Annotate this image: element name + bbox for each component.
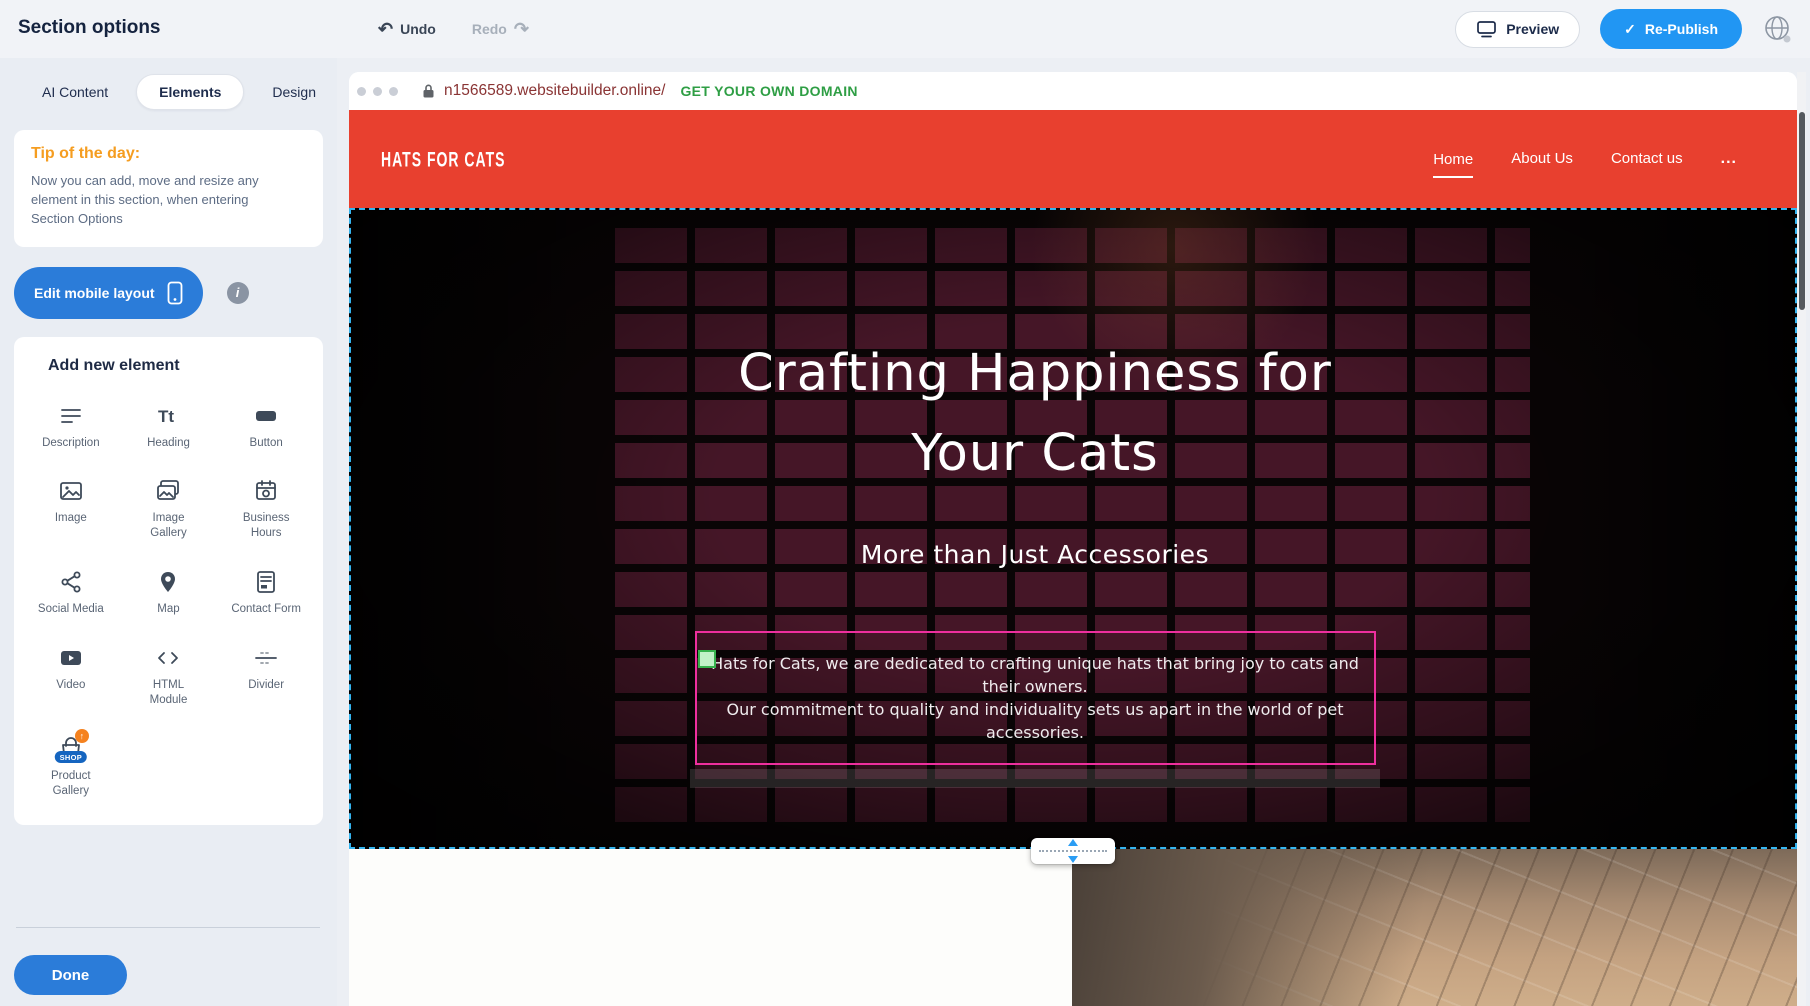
image-gallery-icon [155,478,181,504]
element-item-description[interactable]: Description [22,403,120,451]
element-item-video[interactable]: Video [22,645,120,708]
hero-subheading[interactable]: More than Just Accessories [861,540,1209,569]
next-section[interactable] [349,849,1797,1006]
check-icon: ✓ [1624,21,1636,38]
site-canvas: HATS FOR CATS Home About Us Contact us .… [349,110,1797,1006]
site-logo[interactable]: HATS FOR CATS [381,147,505,171]
hero-section[interactable]: Crafting Happiness for Your Cats More th… [349,208,1797,849]
tip-body: Now you can add, move and resize any ele… [31,172,291,229]
sidebar-tabs: AI Content Elements Design [0,58,337,110]
hero-content: Crafting Happiness for Your Cats More th… [349,208,1721,788]
topbar: Section options ↶ Undo Redo ↷ Preview ✓ [0,0,1810,58]
scrollbar-thumb[interactable] [1799,112,1805,310]
nav-item-about[interactable]: About Us [1511,150,1573,169]
dotted-line [1039,850,1107,852]
preview-button[interactable]: Preview [1455,11,1580,48]
nav-more-button[interactable]: ... [1721,150,1737,168]
tab-elements[interactable]: Elements [136,74,244,110]
add-new-element-title: Add new element [48,357,315,375]
hero-heading[interactable]: Crafting Happiness for Your Cats [738,334,1332,494]
redo-icon: ↷ [514,20,529,38]
info-icon[interactable]: i [227,282,249,304]
element-item-product-gallery[interactable]: ↑ SHOP Product Gallery [22,736,120,799]
svg-text:Tt: Tt [158,407,174,426]
description-icon [58,403,84,429]
upgrade-badge-icon: ↑ [75,729,89,743]
history-controls: ↶ Undo Redo ↷ [378,0,529,58]
phone-icon [167,281,183,305]
text-element-selected[interactable]: Hats for Cats, we are dedicated to craft… [695,631,1376,765]
globe-icon [1762,13,1794,45]
text-element-drag-handle[interactable] [698,650,716,668]
window-dots [357,87,398,96]
sidebar: AI Content Elements Design Tip of the da… [0,58,337,1006]
html-module-icon [155,645,181,671]
element-item-button[interactable]: Button [217,403,315,451]
nav-item-home[interactable]: Home [1433,151,1473,178]
element-item-image[interactable]: Image [22,478,120,541]
lock-icon [422,83,435,99]
tab-ai-content[interactable]: AI Content [38,75,112,109]
element-item-image-gallery[interactable]: Image Gallery [120,478,218,541]
element-item-html-module[interactable]: HTML Module [120,645,218,708]
map-pin-icon [155,569,181,595]
undo-button[interactable]: ↶ Undo [378,20,436,38]
nav-item-contact[interactable]: Contact us [1611,150,1683,169]
button-icon [253,403,279,429]
republish-button[interactable]: ✓ Re-Publish [1600,9,1742,49]
social-media-icon [58,569,84,595]
language-globe-button[interactable] [1762,13,1794,45]
done-button[interactable]: Done [14,955,127,995]
get-domain-link[interactable]: GET YOUR OWN DOMAIN [680,83,857,99]
page-title: Section options [18,17,161,39]
sidebar-divider [16,927,320,928]
element-item-divider[interactable]: Divider [217,645,315,708]
element-item-business-hours[interactable]: Business Hours [217,478,315,541]
divider-icon [253,645,279,671]
website-builder-app: Section options ↶ Undo Redo ↷ Preview ✓ [0,0,1810,1006]
site-nav: Home About Us Contact us ... [1433,150,1737,169]
element-item-contact-form[interactable]: Contact Form [217,569,315,617]
site-header[interactable]: HATS FOR CATS Home About Us Contact us .… [349,110,1797,208]
scrollbar-track[interactable] [1797,72,1806,1006]
undo-icon: ↶ [378,20,393,38]
browser-frame: n1566589.websitebuilder.online/ GET YOUR… [349,72,1797,1006]
topbar-actions: Preview ✓ Re-Publish [1455,0,1794,58]
tip-title: Tip of the day: [31,145,306,163]
element-item-heading[interactable]: Tt Heading [120,403,218,451]
edit-mobile-layout-button[interactable]: Edit mobile layout [14,267,203,319]
business-hours-icon [253,478,279,504]
heading-icon: Tt [155,403,181,429]
shop-badge: SHOP [55,751,87,763]
browser-chrome: n1566589.websitebuilder.online/ GET YOUR… [349,72,1797,110]
element-item-social-media[interactable]: Social Media [22,569,120,617]
arrow-up-icon [1068,839,1078,846]
element-grid: Description Tt Heading Button [22,403,315,800]
pavement-photo [1072,849,1797,1006]
monitor-icon [1476,20,1497,39]
section-resize-handle[interactable] [1031,838,1115,864]
contact-form-icon [253,569,279,595]
video-icon [58,645,84,671]
tip-of-the-day-card: Tip of the day: Now you can add, move an… [14,130,323,247]
arrow-down-icon [1068,856,1078,863]
image-icon [58,478,84,504]
add-new-element-card: Add new element Description Tt Heading [14,337,323,826]
element-item-map[interactable]: Map [120,569,218,617]
tab-design[interactable]: Design [268,75,320,109]
redo-button[interactable]: Redo ↷ [472,20,529,38]
site-url[interactable]: n1566589.websitebuilder.online/ [444,82,665,100]
element-hover-highlight [690,769,1380,788]
